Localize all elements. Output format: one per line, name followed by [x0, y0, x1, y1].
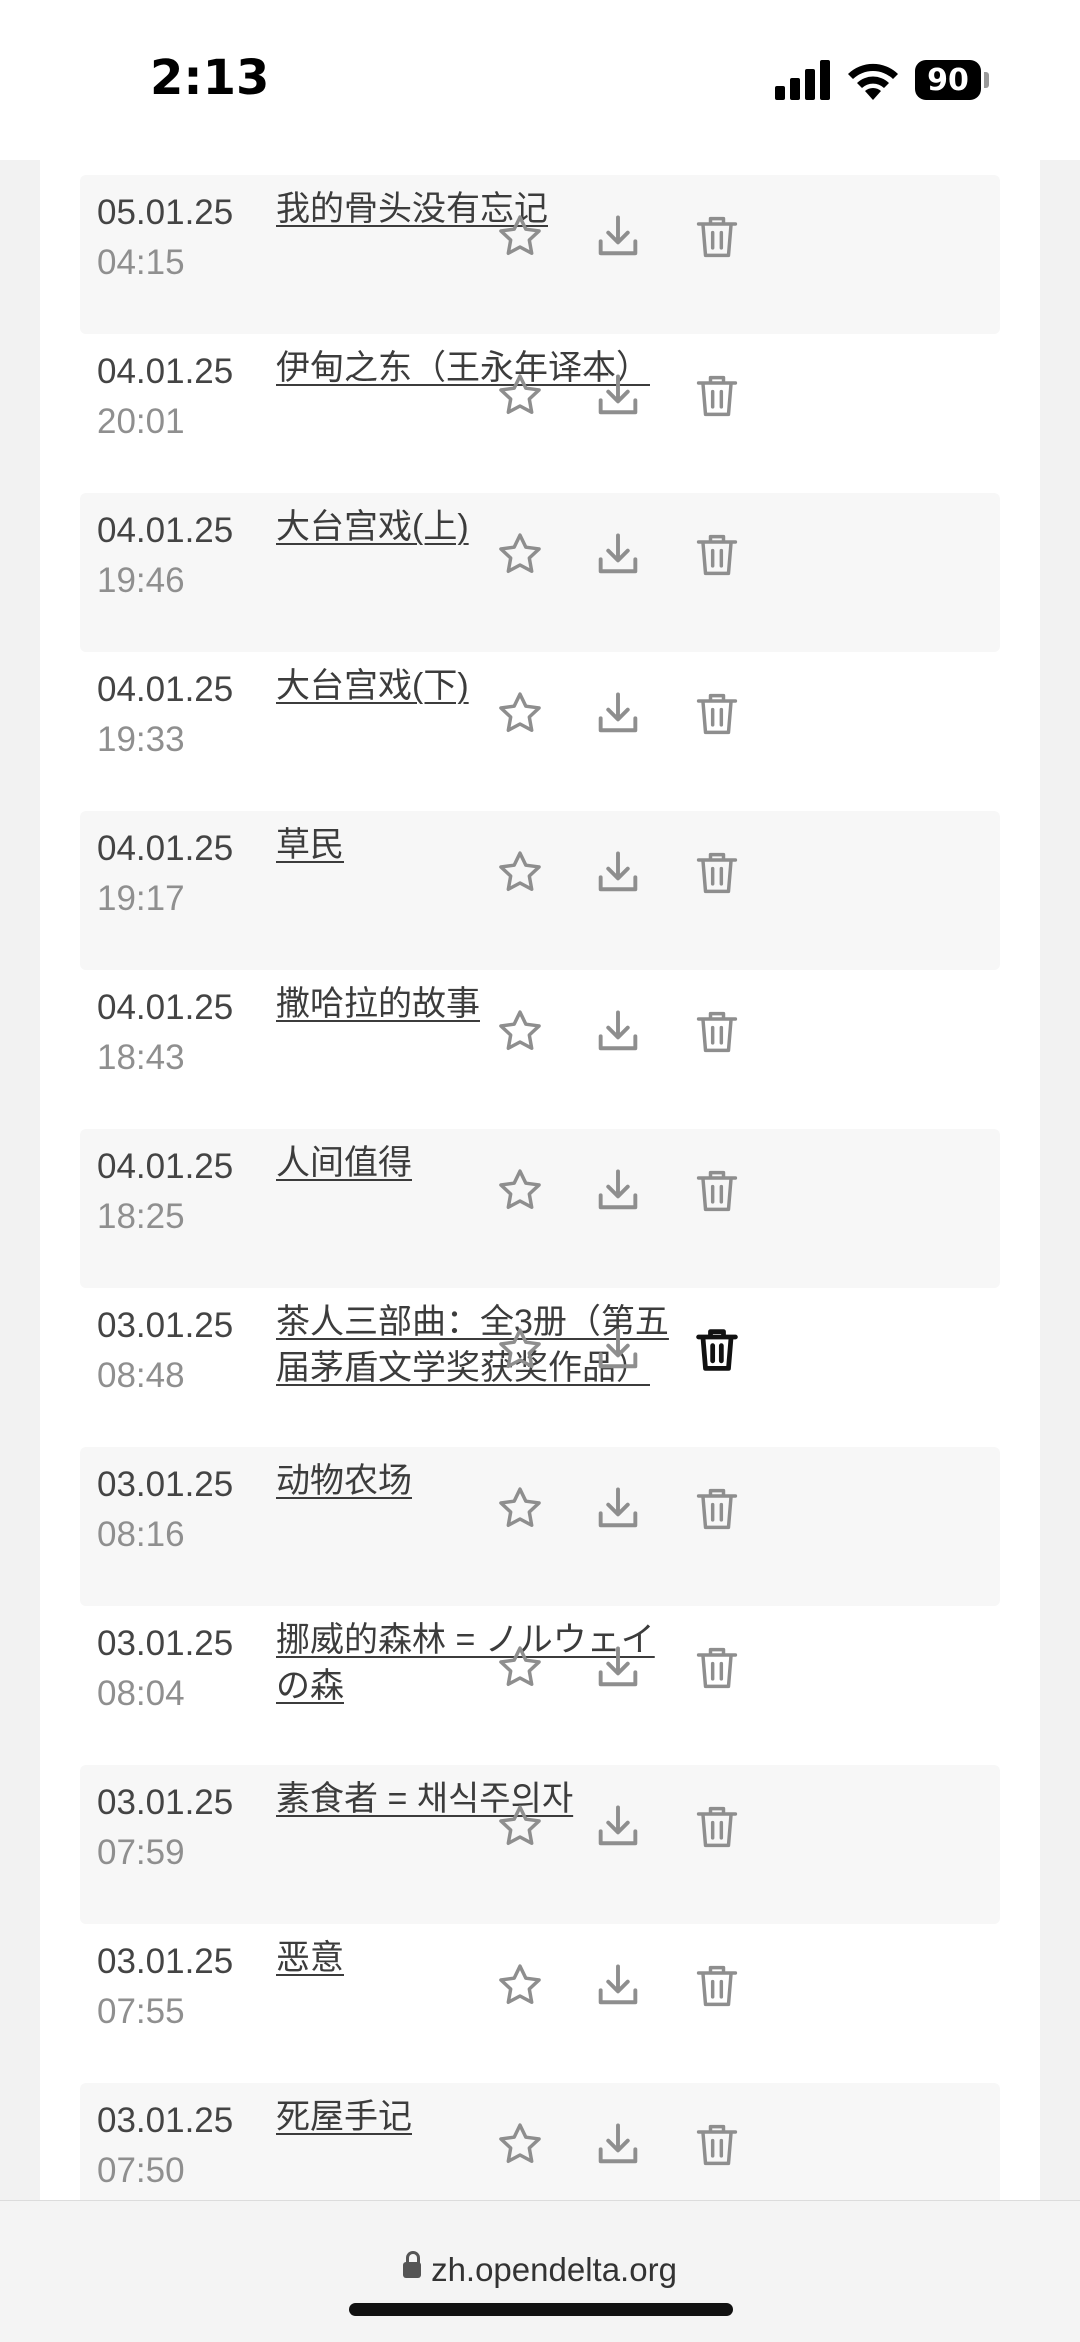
download-icon[interactable] — [590, 2117, 646, 2173]
row-date: 03.01.25 — [97, 1624, 234, 1663]
status-bar: 2:13 90 — [0, 0, 1080, 160]
trash-icon[interactable] — [689, 686, 745, 742]
download-icon[interactable] — [590, 1640, 646, 1696]
row-time: 19:17 — [97, 879, 185, 918]
history-row: 05.01.25 04:15 我的骨头没有忘记 — [80, 175, 1000, 334]
address-bar[interactable]: zh.opendelta.org — [0, 2251, 1080, 2289]
history-panel: 05.01.25 04:15 我的骨头没有忘记 04.01.25 20:01 伊甸之东（王… — [40, 160, 1040, 2200]
row-time: 04:15 — [97, 243, 185, 282]
download-icon[interactable] — [590, 1163, 646, 1219]
download-icon[interactable] — [590, 1322, 646, 1378]
history-list: 05.01.25 04:15 我的骨头没有忘记 04.01.25 20:01 伊甸之东（王… — [80, 175, 1000, 2200]
trash-icon[interactable] — [689, 1322, 745, 1378]
row-time: 08:04 — [97, 1674, 185, 1713]
home-indicator[interactable] — [349, 2303, 733, 2316]
row-date: 03.01.25 — [97, 1465, 234, 1504]
row-date: 04.01.25 — [97, 511, 234, 550]
row-time: 19:46 — [97, 561, 185, 600]
star-icon[interactable] — [492, 368, 548, 424]
star-icon[interactable] — [492, 527, 548, 583]
download-icon[interactable] — [590, 686, 646, 742]
history-row: 03.01.25 07:55 恶意 — [80, 1924, 1000, 2083]
download-icon[interactable] — [590, 845, 646, 901]
row-time: 07:50 — [97, 2151, 185, 2190]
trash-icon[interactable] — [689, 1958, 745, 2014]
download-icon[interactable] — [590, 527, 646, 583]
trash-icon[interactable] — [689, 1004, 745, 1060]
row-date: 04.01.25 — [97, 1147, 234, 1186]
row-time: 07:59 — [97, 1833, 185, 1872]
trash-icon[interactable] — [689, 209, 745, 265]
star-icon[interactable] — [492, 845, 548, 901]
row-date: 03.01.25 — [97, 1306, 234, 1345]
history-row: 03.01.25 07:59 素食者 = 채식주의자 — [80, 1765, 1000, 1924]
row-date: 04.01.25 — [97, 352, 234, 391]
row-date: 03.01.25 — [97, 2101, 234, 2140]
star-icon[interactable] — [492, 1799, 548, 1855]
download-icon[interactable] — [590, 1958, 646, 2014]
browser-bottom-bar: zh.opendelta.org — [0, 2200, 1080, 2342]
lock-icon — [403, 2251, 422, 2279]
trash-icon[interactable] — [689, 368, 745, 424]
history-row: 03.01.25 07:50 死屋手记 — [80, 2083, 1000, 2200]
download-icon[interactable] — [590, 1799, 646, 1855]
row-time: 19:33 — [97, 720, 185, 759]
download-icon[interactable] — [590, 1004, 646, 1060]
row-date: 04.01.25 — [97, 829, 234, 868]
url-text: zh.opendelta.org — [431, 2251, 677, 2288]
history-row: 04.01.25 18:25 人间值得 — [80, 1129, 1000, 1288]
trash-icon[interactable] — [689, 1640, 745, 1696]
row-date: 04.01.25 — [97, 670, 234, 709]
star-icon[interactable] — [492, 1004, 548, 1060]
row-date: 03.01.25 — [97, 1942, 234, 1981]
row-date: 03.01.25 — [97, 1783, 234, 1822]
history-row: 03.01.25 08:04 挪威的森林 = ノルウェイの森 — [80, 1606, 1000, 1765]
battery-icon: 90 — [915, 60, 981, 100]
trash-icon[interactable] — [689, 1481, 745, 1537]
trash-icon[interactable] — [689, 2117, 745, 2173]
row-time: 18:43 — [97, 1038, 185, 1077]
star-icon[interactable] — [492, 1640, 548, 1696]
star-icon[interactable] — [492, 1958, 548, 2014]
history-row: 04.01.25 19:17 草民 — [80, 811, 1000, 970]
history-row: 03.01.25 08:48 茶人三部曲：全3册（第五届茅盾文学奖获奖作品） — [80, 1288, 1000, 1447]
star-icon[interactable] — [492, 686, 548, 742]
wifi-icon — [848, 63, 898, 100]
status-time: 2:13 — [150, 50, 270, 106]
history-row: 04.01.25 19:33 大台宫戏(下) — [80, 652, 1000, 811]
row-time: 08:16 — [97, 1515, 185, 1554]
row-time: 08:48 — [97, 1356, 185, 1395]
cellular-signal-icon — [775, 60, 831, 100]
row-date: 04.01.25 — [97, 988, 234, 1027]
row-time: 07:55 — [97, 1992, 185, 2031]
star-icon[interactable] — [492, 1481, 548, 1537]
row-time: 20:01 — [97, 402, 185, 441]
star-icon[interactable] — [492, 1322, 548, 1378]
history-row: 04.01.25 18:43 撒哈拉的故事 — [80, 970, 1000, 1129]
download-icon[interactable] — [590, 209, 646, 265]
trash-icon[interactable] — [689, 1163, 745, 1219]
history-row: 04.01.25 19:46 大台宫戏(上) — [80, 493, 1000, 652]
row-date: 05.01.25 — [97, 193, 234, 232]
trash-icon[interactable] — [689, 527, 745, 583]
trash-icon[interactable] — [689, 1799, 745, 1855]
star-icon[interactable] — [492, 209, 548, 265]
download-icon[interactable] — [590, 1481, 646, 1537]
star-icon[interactable] — [492, 2117, 548, 2173]
star-icon[interactable] — [492, 1163, 548, 1219]
history-row: 04.01.25 20:01 伊甸之东（王永年译本） — [80, 334, 1000, 493]
download-icon[interactable] — [590, 368, 646, 424]
trash-icon[interactable] — [689, 845, 745, 901]
history-row: 03.01.25 08:16 动物农场 — [80, 1447, 1000, 1606]
battery-tip — [984, 72, 989, 88]
row-time: 18:25 — [97, 1197, 185, 1236]
